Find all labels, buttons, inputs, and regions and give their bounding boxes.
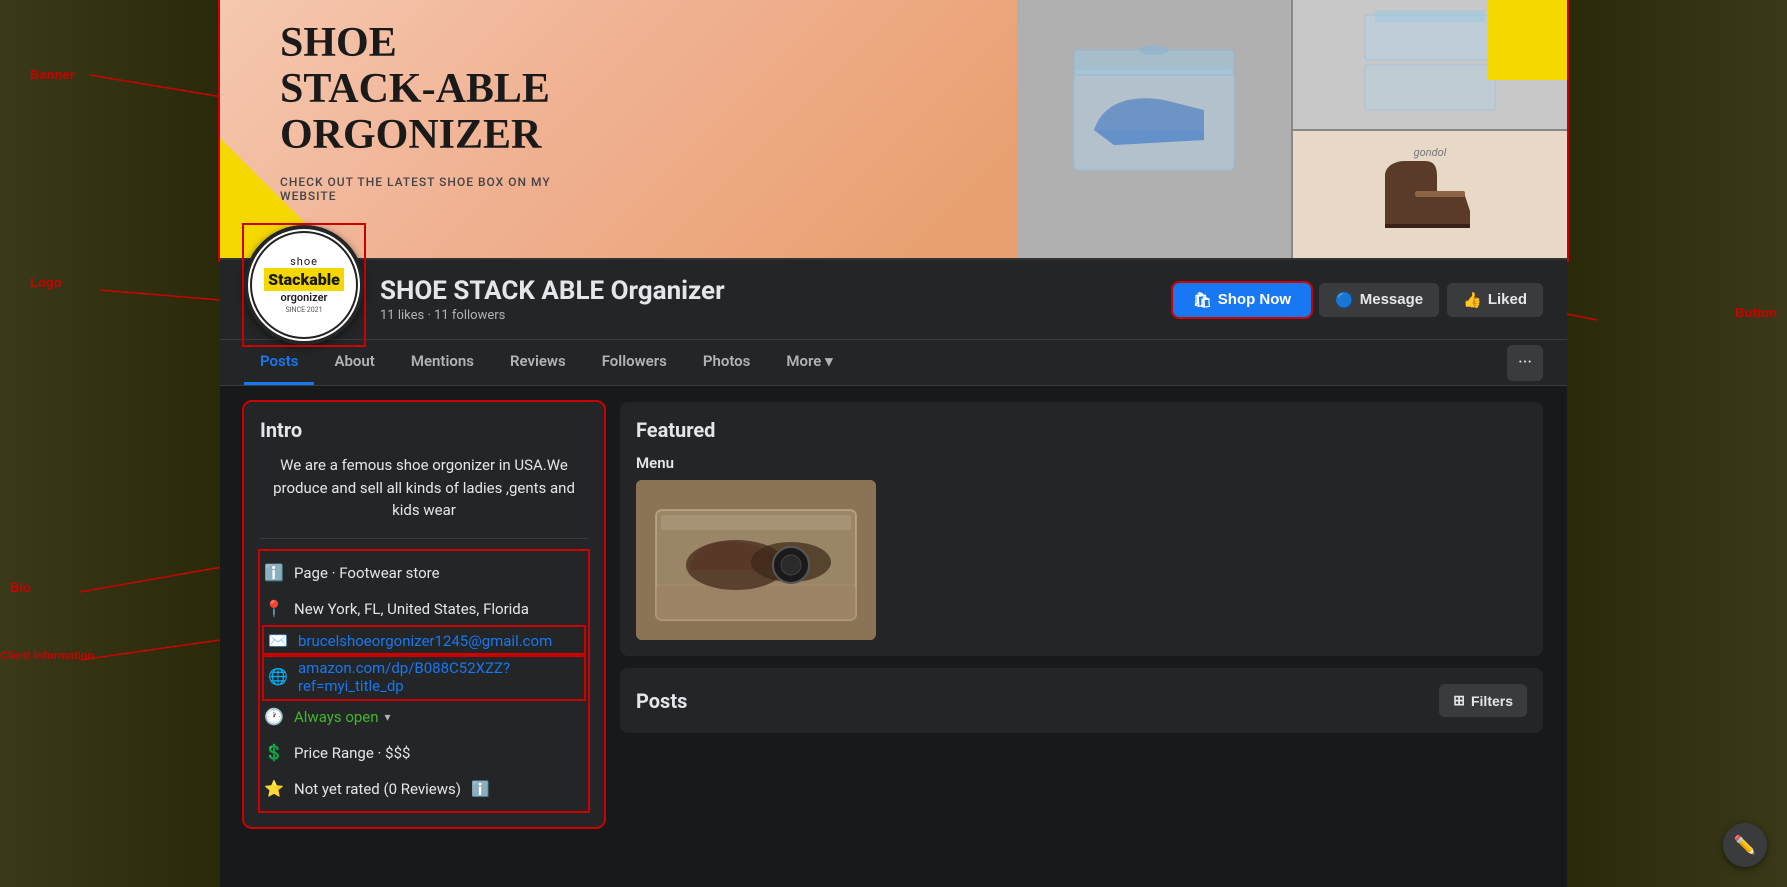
menu-label: Menu xyxy=(636,454,1527,472)
posts-title: Posts xyxy=(636,689,687,713)
annotation-arrows xyxy=(0,0,220,887)
nav-tabs-left: Posts About Mentions Reviews Followers P… xyxy=(244,340,849,385)
always-open-text: Always open xyxy=(294,708,379,726)
featured-image xyxy=(636,480,876,640)
clear-boxes-svg xyxy=(1355,5,1505,125)
profile-actions: 🛍 Shop Now 🔵 Message 👍 Liked xyxy=(1173,283,1543,317)
cover-images-grid: gondol xyxy=(1017,0,1567,260)
chevron-down-icon[interactable]: ▾ xyxy=(385,710,391,724)
logo-inner: shoe Stackable orgonizer SINCE 2021 xyxy=(250,231,358,339)
edit-icon: ✏️ xyxy=(1734,835,1756,856)
intro-title: Intro xyxy=(260,418,588,442)
divider xyxy=(260,538,588,539)
shopping-bag-icon: 🛍 xyxy=(1193,291,1212,309)
cover-gondol-cell: gondol xyxy=(1293,131,1567,260)
liked-button[interactable]: 👍 Liked xyxy=(1447,283,1543,317)
shoe-box-svg xyxy=(1054,10,1254,250)
always-open-row: Always open ▾ xyxy=(294,708,391,726)
tab-followers[interactable]: Followers xyxy=(586,340,683,385)
info-rating: ⭐ Not yet rated (0 Reviews) ℹ️ xyxy=(264,771,584,807)
posts-header: Posts ⊞ Filters xyxy=(636,684,1527,717)
gondol-svg: gondol xyxy=(1355,136,1505,256)
page-stats: 11 likes · 11 followers xyxy=(380,308,1173,323)
star-icon: ⭐ xyxy=(264,779,284,799)
featured-title: Featured xyxy=(636,418,1527,442)
edit-fab-button[interactable]: ✏️ xyxy=(1723,823,1767,867)
page-title: SHOE STACK ABLE Organizer xyxy=(380,276,1173,306)
tab-more[interactable]: More ▾ xyxy=(770,340,848,385)
right-sidebar-gradient: Button xyxy=(1567,0,1787,887)
annotation-button: Button xyxy=(1637,305,1777,320)
annotation-bio: Bio xyxy=(10,580,31,595)
email-link[interactable]: brucelshoeorgonizer1245@gmail.com xyxy=(298,632,552,650)
filter-icon: ⊞ xyxy=(1453,692,1465,709)
price-icon: 💲 xyxy=(264,743,284,763)
email-icon: ✉️ xyxy=(268,631,288,651)
thumbs-up-icon: 👍 xyxy=(1463,291,1482,309)
intro-card: Intro We are a femous shoe orgonizer in … xyxy=(244,402,604,827)
website-link[interactable]: amazon.com/dp/B088C52XZZ?ref=myi_title_d… xyxy=(298,659,580,695)
tab-reviews[interactable]: Reviews xyxy=(494,340,582,385)
info-website: 🌐 amazon.com/dp/B088C52XZZ?ref=myi_title… xyxy=(264,655,584,699)
info-price: 💲 Price Range · $$$ xyxy=(264,735,584,771)
rating-info-icon[interactable]: ℹ️ xyxy=(471,780,490,798)
logo-text-stackable: Stackable xyxy=(264,268,344,291)
left-column: Intro We are a femous shoe orgonizer in … xyxy=(244,402,604,839)
logo-text-orgonizer: orgonizer xyxy=(281,291,328,304)
profile-avatar-wrapper: shoe Stackable orgonizer SINCE 2021 xyxy=(244,225,364,345)
yellow-corner xyxy=(1487,0,1567,80)
main-page: SHOE STACK-ABLE ORGONIZER CHECK OUT THE … xyxy=(220,0,1567,887)
tab-photos[interactable]: Photos xyxy=(687,340,767,385)
cover-shoe-box-large xyxy=(1017,0,1291,260)
shop-now-button[interactable]: 🛍 Shop Now xyxy=(1173,283,1311,317)
annotation-banner: Banner xyxy=(30,67,75,82)
client-info-section: ℹ️ Page · Footwear store 📍 New York, FL,… xyxy=(260,551,588,811)
left-sidebar-gradient: Banner Logo Bio Client Information xyxy=(0,0,220,887)
page-outer: Banner Logo Bio Client Information xyxy=(0,0,1787,887)
location-icon: 📍 xyxy=(264,599,284,619)
posts-card: Posts ⊞ Filters xyxy=(620,668,1543,733)
right-column: Featured Menu xyxy=(620,402,1543,839)
intro-bio: We are a femous shoe orgonizer in USA.We… xyxy=(260,454,588,522)
svg-text:gondol: gondol xyxy=(1414,146,1447,159)
body-layout: Intro We are a femous shoe orgonizer in … xyxy=(220,386,1567,855)
info-hours: 🕐 Always open ▾ xyxy=(264,699,584,735)
logo-text-shoe: shoe xyxy=(290,255,318,268)
cover-photo: SHOE STACK-ABLE ORGONIZER CHECK OUT THE … xyxy=(220,0,1567,260)
info-page-type: ℹ️ Page · Footwear store xyxy=(264,555,584,591)
message-icon: 🔵 xyxy=(1335,291,1354,309)
info-location: 📍 New York, FL, United States, Florida xyxy=(264,591,584,627)
filters-button[interactable]: ⊞ Filters xyxy=(1439,684,1527,717)
message-button[interactable]: 🔵 Message xyxy=(1319,283,1439,317)
info-email: ✉️ brucelshoeorgonizer1245@gmail.com xyxy=(264,627,584,655)
product-image-svg xyxy=(636,480,876,640)
tab-posts[interactable]: Posts xyxy=(244,340,314,385)
logo-text-since: SINCE 2021 xyxy=(285,306,322,314)
profile-info: SHOE STACK ABLE Organizer 11 likes · 11 … xyxy=(380,276,1173,323)
tab-mentions[interactable]: Mentions xyxy=(395,340,490,385)
profile-section: shoe Stackable orgonizer SINCE 2021 SHOE… xyxy=(220,260,1567,340)
annotation-client-info: Client Information xyxy=(0,650,94,662)
annotation-arrows-right xyxy=(1567,0,1787,887)
annotation-logo: Logo xyxy=(30,275,62,290)
profile-avatar: shoe Stackable orgonizer SINCE 2021 xyxy=(244,225,364,345)
info-icon: ℹ️ xyxy=(264,563,284,583)
clock-icon: 🕐 xyxy=(264,707,284,727)
nav-tabs: Posts About Mentions Reviews Followers P… xyxy=(220,340,1567,386)
globe-icon: 🌐 xyxy=(268,667,288,687)
featured-card: Featured Menu xyxy=(620,402,1543,656)
nav-more-options[interactable]: ··· xyxy=(1507,345,1543,381)
tab-about[interactable]: About xyxy=(318,340,390,385)
